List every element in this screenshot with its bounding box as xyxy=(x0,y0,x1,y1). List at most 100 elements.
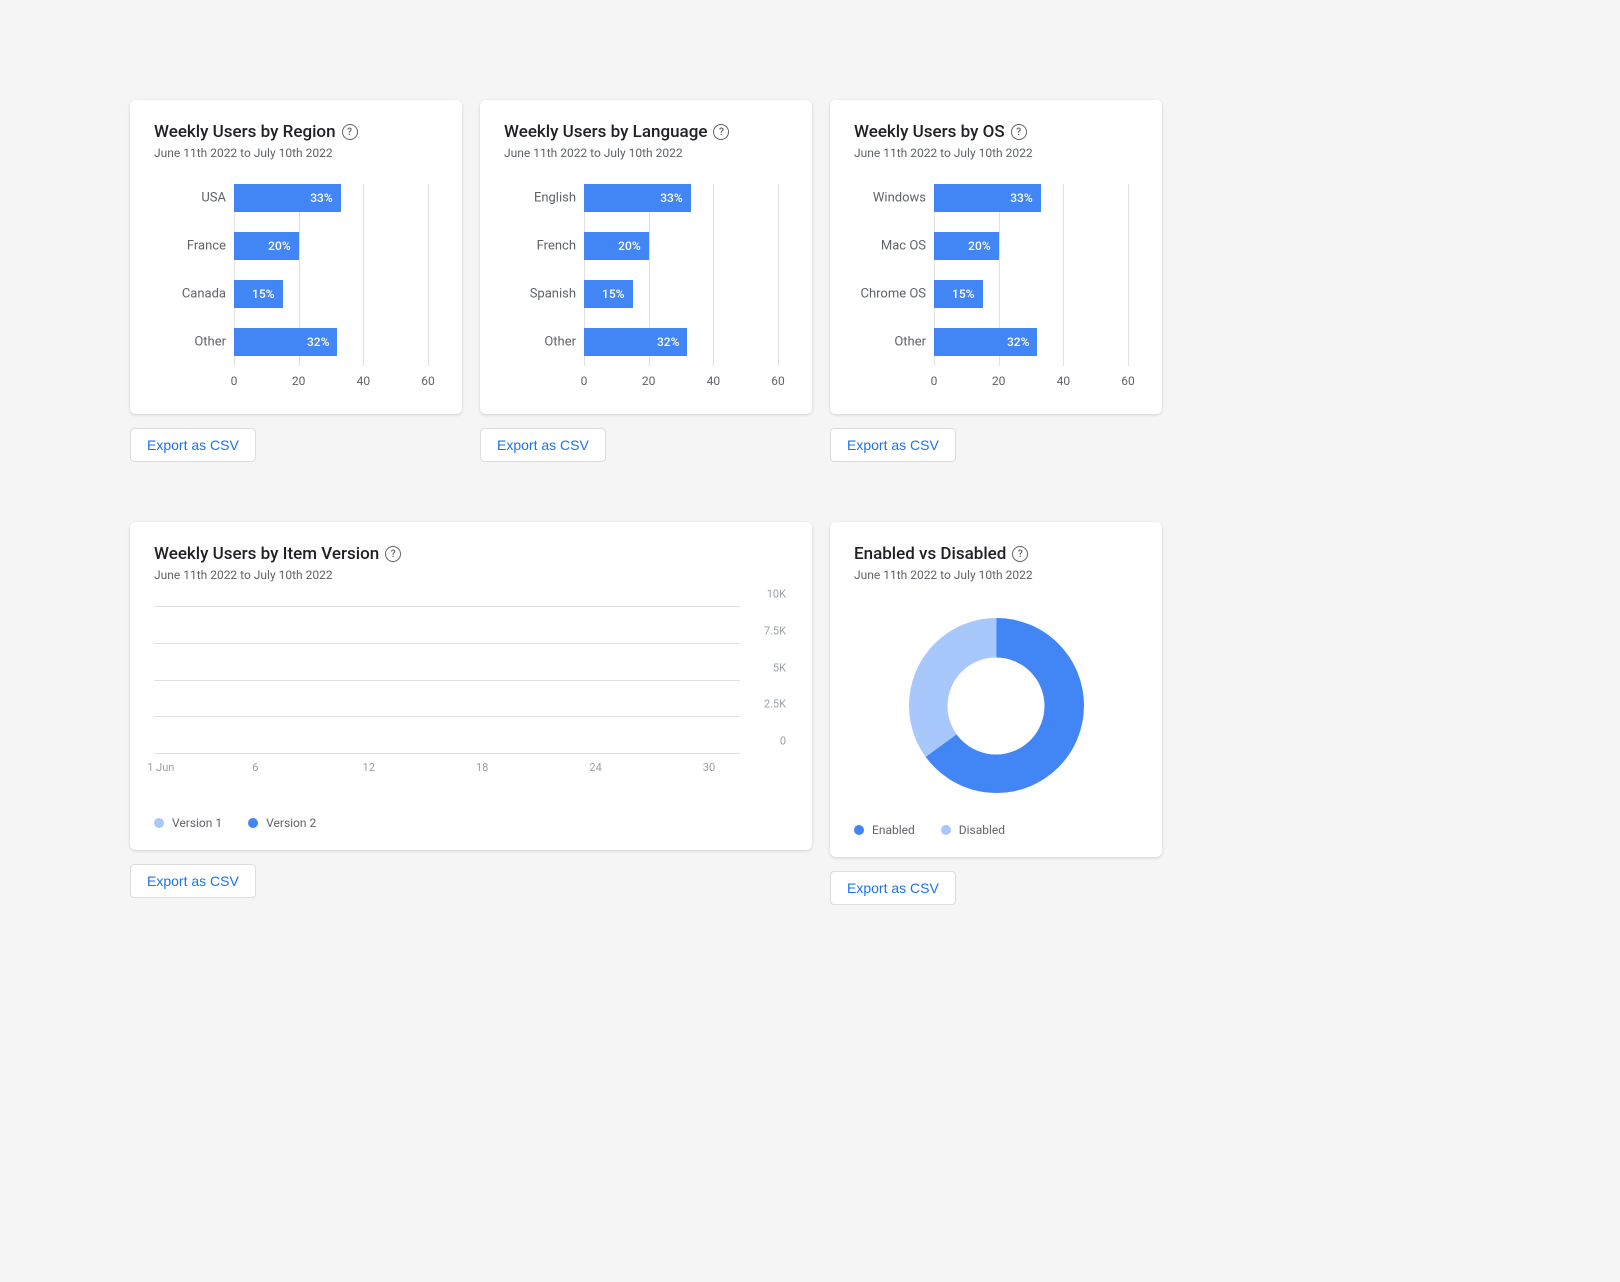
legend-label: Disabled xyxy=(959,823,1005,837)
bar-category-label: French xyxy=(504,239,576,254)
bar: 15% xyxy=(234,280,283,308)
axis-tick: 0 xyxy=(931,374,938,388)
version-chart: 02.5K5K7.5K10K1 Jun612182430 xyxy=(154,606,788,776)
bar-category-label: Other xyxy=(854,335,926,350)
legend-label: Version 1 xyxy=(172,816,222,830)
legend-label: Enabled xyxy=(872,823,915,837)
export-csv-button[interactable]: Export as CSV xyxy=(130,428,256,462)
help-icon[interactable]: ? xyxy=(1011,124,1027,140)
legend-item-disabled: Disabled xyxy=(941,823,1005,837)
bar: 20% xyxy=(234,232,299,260)
bar-category-label: Mac OS xyxy=(854,239,926,254)
axis-tick: 40 xyxy=(1057,374,1071,388)
axis-tick: 24 xyxy=(589,761,601,774)
donut-ring xyxy=(909,618,1084,793)
legend-item-version-2: Version 2 xyxy=(248,816,316,830)
enabled-card-title: Enabled vs Disabled ? xyxy=(854,544,1138,564)
axis-tick: 18 xyxy=(476,761,488,774)
bar-category-label: Spanish xyxy=(504,287,576,302)
bar-row: French20% xyxy=(584,232,778,260)
axis-tick: 7.5K xyxy=(764,624,786,637)
region-card-title: Weekly Users by Region ? xyxy=(154,122,438,142)
bar: 33% xyxy=(234,184,341,212)
card-title-text: Weekly Users by OS xyxy=(854,122,1005,142)
legend-item-version-1: Version 1 xyxy=(154,816,222,830)
bar-category-label: USA xyxy=(154,191,226,206)
version-legend: Version 1 Version 2 xyxy=(154,816,788,830)
export-csv-button[interactable]: Export as CSV xyxy=(830,428,956,462)
help-icon[interactable]: ? xyxy=(713,124,729,140)
bar-row: Windows33% xyxy=(934,184,1128,212)
date-range: June 11th 2022 to July 10th 2022 xyxy=(504,146,788,160)
axis-tick: 2.5K xyxy=(764,698,786,711)
bar: 33% xyxy=(584,184,691,212)
legend-dot-icon xyxy=(941,825,951,835)
language-chart: 0204060English33%French20%Spanish15%Othe… xyxy=(504,184,788,394)
date-range: June 11th 2022 to July 10th 2022 xyxy=(154,568,788,582)
os-card: Weekly Users by OS ? June 11th 2022 to J… xyxy=(830,100,1162,414)
bar: 20% xyxy=(584,232,649,260)
bar-category-label: Other xyxy=(154,335,226,350)
card-title-text: Weekly Users by Language xyxy=(504,122,707,142)
axis-tick: 30 xyxy=(703,761,715,774)
legend-label: Version 2 xyxy=(266,816,316,830)
legend-dot-icon xyxy=(248,818,258,828)
language-card-title: Weekly Users by Language ? xyxy=(504,122,788,142)
bar-row: Other32% xyxy=(234,328,428,356)
axis-tick: 1 Jun xyxy=(147,761,174,774)
axis-tick: 20 xyxy=(992,374,1006,388)
bar-row: Chrome OS15% xyxy=(934,280,1128,308)
help-icon[interactable]: ? xyxy=(1012,546,1028,562)
os-chart: 0204060Windows33%Mac OS20%Chrome OS15%Ot… xyxy=(854,184,1138,394)
top-charts-row: Weekly Users by Region ? June 11th 2022 … xyxy=(130,100,1490,462)
bar-row: Canada15% xyxy=(234,280,428,308)
axis-tick: 40 xyxy=(707,374,721,388)
bar-category-label: Canada xyxy=(154,287,226,302)
bar-row: Mac OS20% xyxy=(934,232,1128,260)
axis-tick: 60 xyxy=(771,374,785,388)
region-chart: 0204060USA33%France20%Canada15%Other32% xyxy=(154,184,438,394)
bar: 15% xyxy=(934,280,983,308)
axis-tick: 0 xyxy=(780,735,786,748)
axis-tick: 20 xyxy=(292,374,306,388)
bar-category-label: France xyxy=(154,239,226,254)
help-icon[interactable]: ? xyxy=(385,546,401,562)
axis-tick: 0 xyxy=(231,374,238,388)
bar-row: English33% xyxy=(584,184,778,212)
axis-tick: 10K xyxy=(767,588,786,601)
bar: 15% xyxy=(584,280,633,308)
export-csv-button[interactable]: Export as CSV xyxy=(830,871,956,905)
os-card-title: Weekly Users by OS ? xyxy=(854,122,1138,142)
axis-tick: 40 xyxy=(357,374,371,388)
axis-tick: 12 xyxy=(363,761,375,774)
bar-category-label: English xyxy=(504,191,576,206)
axis-tick: 0 xyxy=(581,374,588,388)
enabled-legend: Enabled Disabled xyxy=(854,823,1138,837)
card-title-text: Weekly Users by Item Version xyxy=(154,544,379,564)
enabled-chart xyxy=(854,606,1138,811)
help-icon[interactable]: ? xyxy=(342,124,358,140)
bar-row: USA33% xyxy=(234,184,428,212)
language-card: Weekly Users by Language ? June 11th 202… xyxy=(480,100,812,414)
bar: 33% xyxy=(934,184,1041,212)
bar-category-label: Other xyxy=(504,335,576,350)
version-card: Weekly Users by Item Version ? June 11th… xyxy=(130,522,812,850)
card-title-text: Weekly Users by Region xyxy=(154,122,336,142)
date-range: June 11th 2022 to July 10th 2022 xyxy=(154,146,438,160)
export-csv-button[interactable]: Export as CSV xyxy=(480,428,606,462)
bar-category-label: Chrome OS xyxy=(854,287,926,302)
bar: 32% xyxy=(934,328,1037,356)
bar: 32% xyxy=(234,328,337,356)
bottom-charts-row: Weekly Users by Item Version ? June 11th… xyxy=(130,522,1490,905)
enabled-card: Enabled vs Disabled ? June 11th 2022 to … xyxy=(830,522,1162,857)
axis-tick: 20 xyxy=(642,374,656,388)
axis-tick: 5K xyxy=(773,661,786,674)
bar-row: Other32% xyxy=(934,328,1128,356)
legend-dot-icon xyxy=(854,825,864,835)
donut-hole xyxy=(948,657,1045,754)
date-range: June 11th 2022 to July 10th 2022 xyxy=(854,568,1138,582)
export-csv-button[interactable]: Export as CSV xyxy=(130,864,256,898)
bar: 20% xyxy=(934,232,999,260)
region-card: Weekly Users by Region ? June 11th 2022 … xyxy=(130,100,462,414)
bar-row: France20% xyxy=(234,232,428,260)
